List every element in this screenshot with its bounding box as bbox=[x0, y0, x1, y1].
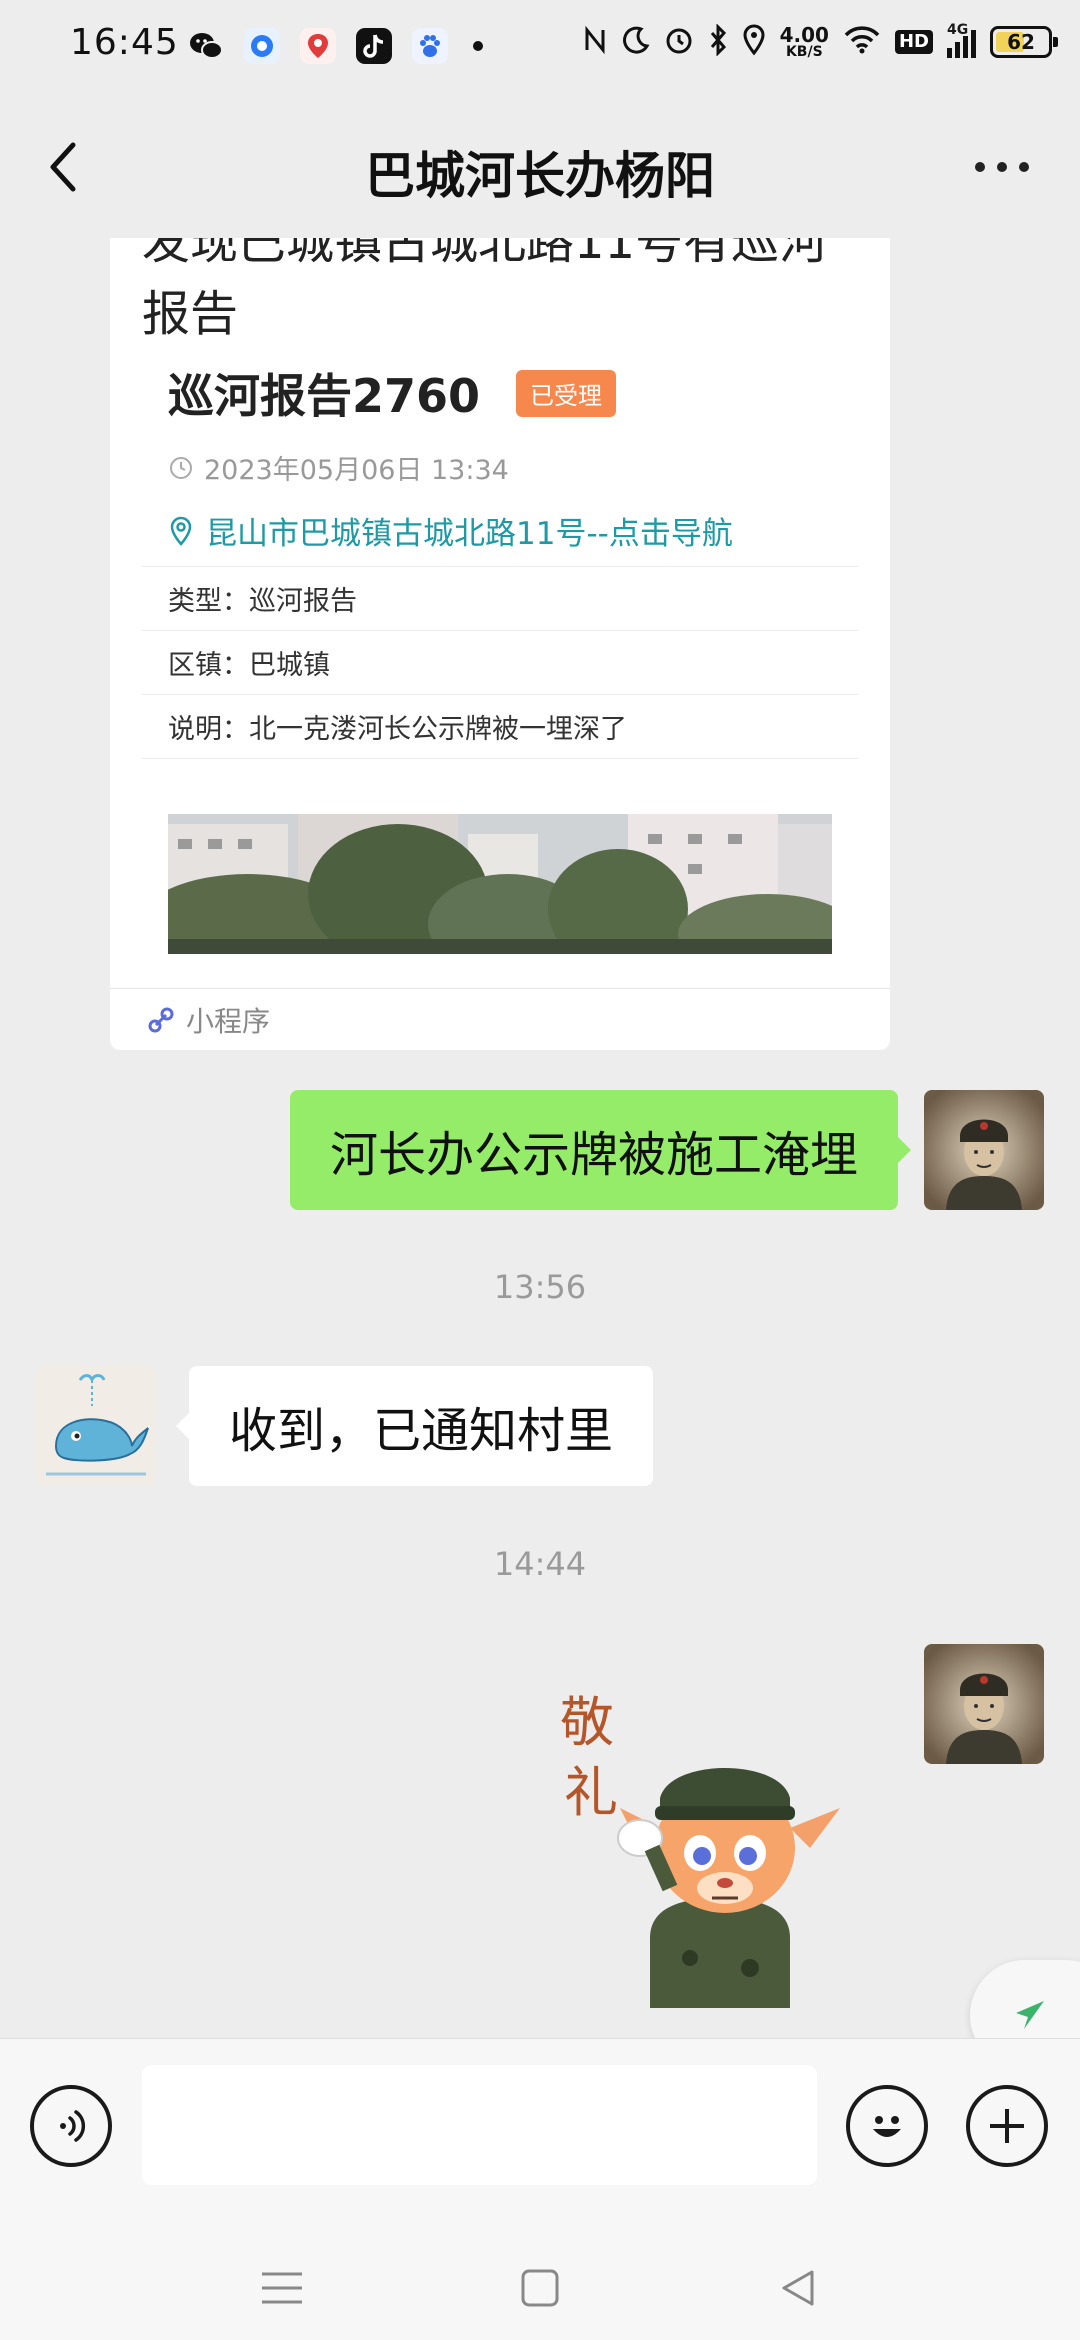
timestamp: 14:44 bbox=[493, 1545, 587, 1583]
triangle-back-icon bbox=[782, 2270, 814, 2306]
timestamp: 13:56 bbox=[493, 1268, 587, 1306]
report-time: 2023年05月06日 13:34 bbox=[168, 448, 509, 487]
bluetooth-icon bbox=[708, 23, 728, 60]
info-value: 巡河报告 bbox=[249, 586, 357, 617]
wechat-icon bbox=[188, 28, 224, 64]
mini-program-card[interactable]: 发现巴城镇古城北路11号有巡河报告 巡河报告2760 已受理 2023年05月0… bbox=[110, 238, 890, 1050]
signal-icon: 4G bbox=[947, 22, 976, 58]
more-dot bbox=[975, 162, 985, 172]
hd-badge: HD bbox=[894, 30, 933, 54]
smiley-icon bbox=[873, 2116, 901, 2137]
info-label: 区镇： bbox=[168, 650, 249, 681]
notification-icons bbox=[188, 28, 488, 64]
my-message-bubble[interactable]: 河长办公示牌被施工淹埋 bbox=[289, 1090, 912, 1210]
report-header: 巡河报告2760 已受理 bbox=[168, 360, 617, 426]
arrow-icon bbox=[1016, 2001, 1044, 2029]
more-options-button[interactable] bbox=[952, 132, 1052, 202]
plus-icon bbox=[990, 2109, 1024, 2143]
card-footer: 小程序 bbox=[110, 988, 890, 1050]
report-name: 巡河报告2760 bbox=[168, 369, 481, 423]
more-functions-button[interactable] bbox=[966, 2085, 1048, 2167]
chat-header: 巴城河长办杨阳 bbox=[0, 96, 1080, 238]
menu-nav-button[interactable] bbox=[252, 2258, 312, 2318]
message-input[interactable] bbox=[142, 2065, 817, 2185]
card-title: 发现巴城镇古城北路11号有巡河报告 bbox=[142, 238, 828, 342]
back-button[interactable] bbox=[28, 132, 98, 202]
moon-icon bbox=[622, 25, 650, 59]
square-icon bbox=[521, 2269, 559, 2307]
location-pin-icon bbox=[170, 516, 192, 546]
more-dot bbox=[997, 162, 1007, 172]
baidu-icon bbox=[412, 28, 448, 64]
salute-sticker[interactable]: 敬 礼 bbox=[550, 1668, 880, 2008]
my-avatar[interactable] bbox=[924, 1090, 1044, 1210]
network-speed-value: 4.00 bbox=[779, 23, 829, 47]
system-icons: 4.00 KB/S HD 4G 62 bbox=[582, 22, 1058, 60]
deer-soldier-icon bbox=[617, 1768, 840, 2008]
emoji-button[interactable] bbox=[846, 2085, 928, 2167]
dot-icon bbox=[468, 28, 488, 64]
my-avatar[interactable] bbox=[924, 1644, 1044, 1764]
wifi-icon bbox=[843, 25, 881, 59]
info-row-type: 类型： 巡河报告 bbox=[142, 566, 858, 630]
report-photo[interactable] bbox=[168, 814, 832, 954]
voice-input-button[interactable] bbox=[30, 2085, 112, 2167]
clock-icon bbox=[170, 456, 192, 479]
chevron-left-icon bbox=[50, 142, 76, 192]
alarm-icon bbox=[664, 25, 694, 59]
status-bar: 16:45 4.00 KB/S HD 4G 62 bbox=[0, 0, 1080, 96]
report-time-text: 2023年05月06日 13:34 bbox=[204, 455, 509, 486]
contact-message-bubble[interactable]: 收到，已通知村里 bbox=[175, 1366, 654, 1486]
menu-icon bbox=[262, 2272, 302, 2304]
chat-title: 巴城河长办杨阳 bbox=[365, 147, 715, 205]
chat-screen: 16:45 4.00 KB/S HD 4G 62 巴城河长办杨阳 发现巴城镇古城… bbox=[0, 0, 1080, 2340]
network-speed: 4.00 KB/S bbox=[780, 25, 829, 59]
message-text: 河长办公示牌被施工淹埋 bbox=[329, 1127, 858, 1183]
info-row-district: 区镇： 巴城镇 bbox=[142, 630, 858, 694]
info-row-description: 说明： 北一克溇河长公示牌被一埋深了 bbox=[142, 694, 858, 758]
report-location-text: 昆山市巴城镇古城北路11号--点击导航 bbox=[206, 516, 733, 552]
info-value: 巴城镇 bbox=[249, 650, 330, 681]
info-label: 说明： bbox=[168, 714, 249, 745]
link-icon bbox=[148, 1007, 174, 1032]
nfc-icon bbox=[582, 25, 608, 59]
report-location-link[interactable]: 昆山市巴城镇古城北路11号--点击导航 bbox=[168, 508, 733, 553]
location-icon bbox=[742, 24, 766, 60]
battery-icon: 62 bbox=[990, 26, 1058, 58]
info-value: 北一克溇河长公示牌被一埋深了 bbox=[249, 714, 627, 745]
voice-icon bbox=[60, 2110, 86, 2142]
more-dot bbox=[1019, 162, 1029, 172]
signal-label: 4G bbox=[947, 22, 969, 38]
back-nav-button[interactable] bbox=[768, 2258, 828, 2318]
system-navigation-bar bbox=[0, 2238, 1080, 2340]
message-text: 收到，已通知村里 bbox=[229, 1403, 614, 1459]
divider bbox=[142, 758, 858, 759]
network-speed-unit: KB/S bbox=[785, 44, 823, 60]
card-footer-label: 小程序 bbox=[186, 1004, 271, 1038]
browser-icon bbox=[244, 28, 280, 64]
home-nav-button[interactable] bbox=[510, 2258, 570, 2318]
info-label: 类型： bbox=[168, 586, 249, 617]
input-bar bbox=[0, 2038, 1080, 2238]
status-time: 16:45 bbox=[70, 22, 179, 63]
battery-level: 62 bbox=[1007, 30, 1035, 54]
contact-avatar[interactable] bbox=[36, 1366, 156, 1486]
scroll-to-latest-button[interactable] bbox=[970, 1960, 1080, 2038]
map-app-icon bbox=[300, 28, 336, 64]
tiktok-icon bbox=[356, 28, 392, 64]
message-list[interactable]: 发现巴城镇古城北路11号有巡河报告 巡河报告2760 已受理 2023年05月0… bbox=[0, 238, 1080, 2038]
status-badge: 已受理 bbox=[516, 369, 617, 417]
